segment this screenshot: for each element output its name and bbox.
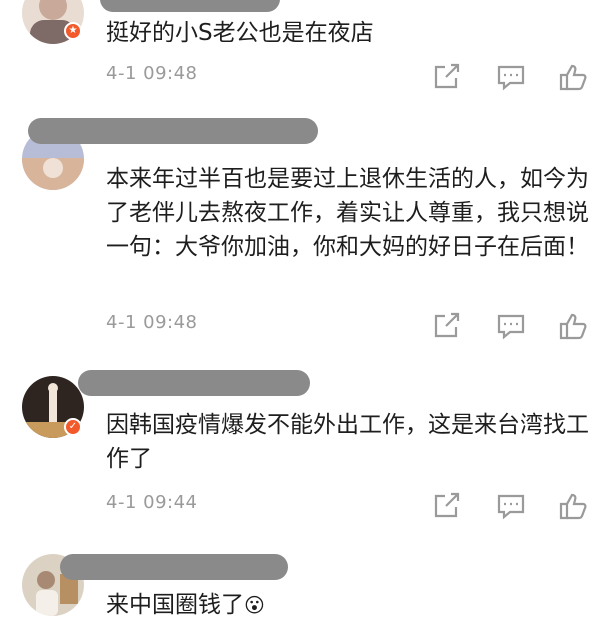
- reply-icon[interactable]: [496, 492, 526, 520]
- comment-3: ✓ 因韩国疫情爆发不能外出工作，这是来台湾找工作了 4-1 09:44: [0, 360, 612, 530]
- comment-text: 来中国圈钱了😮: [106, 588, 598, 622]
- timestamp: 4-1 09:44: [106, 492, 198, 513]
- thumbs-up-icon[interactable]: [558, 63, 588, 91]
- username-redacted: [28, 118, 318, 144]
- reply-icon[interactable]: [496, 312, 526, 340]
- comment-meta: 4-1 09:48: [106, 312, 592, 340]
- comment-meta: 4-1 09:44: [106, 492, 592, 520]
- share-icon[interactable]: [432, 492, 462, 520]
- comment-text-content: 来中国圈钱了: [106, 592, 244, 618]
- timestamp: 4-1 09:48: [106, 63, 198, 84]
- emoji-icon: 😮: [244, 593, 265, 617]
- username-redacted: [60, 554, 288, 580]
- comment-4: 来中国圈钱了😮: [0, 540, 612, 640]
- username-redacted: [78, 370, 310, 396]
- comment-meta: 4-1 09:48: [106, 63, 592, 91]
- comment-text: 本来年过半百也是要过上退休生活的人，如今为了老伴儿去熬夜工作，着实让人尊重，我只…: [106, 166, 589, 260]
- share-icon[interactable]: [432, 312, 462, 340]
- username-redacted: [100, 0, 280, 12]
- share-icon[interactable]: [432, 63, 462, 91]
- reply-icon[interactable]: [496, 63, 526, 91]
- thumbs-up-icon[interactable]: [558, 492, 588, 520]
- timestamp: 4-1 09:48: [106, 312, 198, 333]
- comment-text: 因韩国疫情爆发不能外出工作，这是来台湾找工作了: [106, 412, 589, 472]
- comment-1: ★ 挺好的小S老公也是在夜店 4-1 09:48: [0, 0, 612, 100]
- verified-badge-icon: ★: [64, 22, 82, 40]
- comment-text: 挺好的小S老公也是在夜店: [106, 20, 374, 46]
- verified-badge-icon: ✓: [64, 418, 82, 436]
- comment-2: 本来年过半百也是要过上退休生活的人，如今为了老伴儿去熬夜工作，着实让人尊重，我只…: [0, 110, 612, 350]
- thumbs-up-icon[interactable]: [558, 312, 588, 340]
